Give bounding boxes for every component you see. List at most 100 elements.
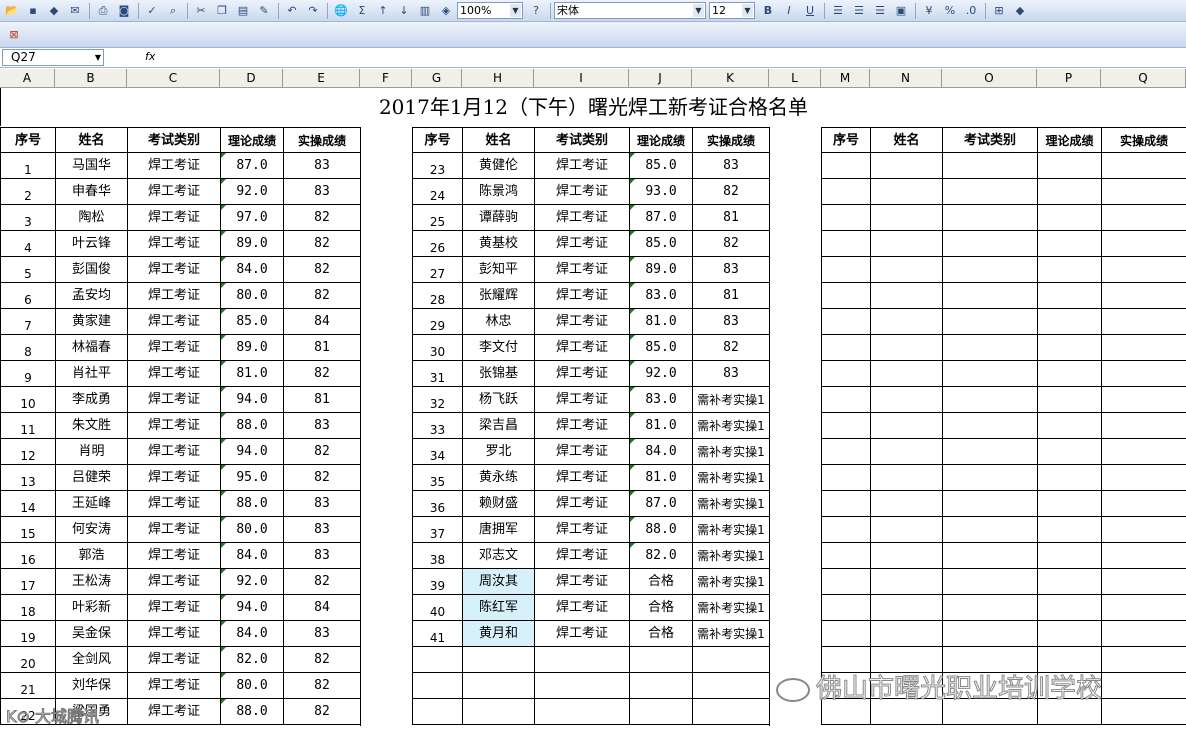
cell-no[interactable]: 28 [412,283,462,309]
empty-cell[interactable] [870,179,942,205]
cell-practice[interactable]: 82 [283,439,360,465]
cell-no[interactable]: 32 [412,387,462,413]
empty-cell[interactable] [1037,283,1101,309]
cell-no[interactable]: 30 [412,335,462,361]
empty-cell[interactable] [821,439,870,465]
cell-no[interactable]: 29 [412,309,462,335]
cell-name[interactable]: 吴金保 [55,621,127,647]
cell-practice[interactable]: 81 [692,205,769,231]
empty-cell[interactable] [1037,517,1101,543]
cell-no[interactable]: 24 [412,179,462,205]
empty-cell[interactable] [1101,257,1186,283]
cell-theory[interactable]: 89.0 [629,257,692,283]
cell-type[interactable]: 焊工考证 [127,205,220,231]
empty-cell[interactable] [1101,153,1186,179]
empty-cell[interactable] [1101,699,1186,725]
cell-theory[interactable]: 83.0 [629,387,692,413]
copy-icon[interactable]: ❐ [212,2,232,20]
cell-type[interactable]: 焊工考证 [127,517,220,543]
cell-name[interactable]: 唐拥军 [462,517,534,543]
cell-type[interactable]: 焊工考证 [534,179,629,205]
cell-name[interactable]: 朱文胜 [55,413,127,439]
empty-cell[interactable] [1037,153,1101,179]
cell-practice[interactable]: 83 [283,179,360,205]
empty-cell[interactable] [821,309,870,335]
cell-theory[interactable]: 88.0 [220,491,283,517]
empty-cell[interactable] [942,387,1037,413]
cell-no[interactable]: 35 [412,465,462,491]
column-header-J[interactable]: J [629,69,692,88]
cell-type[interactable]: 焊工考证 [534,335,629,361]
cell-type[interactable]: 焊工考证 [534,595,629,621]
empty-cell[interactable] [629,647,692,673]
cell-practice[interactable]: 82 [283,231,360,257]
empty-cell[interactable] [1101,361,1186,387]
cell-type[interactable]: 焊工考证 [127,413,220,439]
cell-practice[interactable]: 需补考实操1 [692,387,769,413]
cell-type[interactable]: 焊工考证 [127,465,220,491]
cell-type[interactable]: 焊工考证 [127,387,220,413]
cell-type[interactable]: 焊工考证 [127,335,220,361]
empty-cell[interactable] [1101,179,1186,205]
cell-type[interactable]: 焊工考证 [127,543,220,569]
cell-theory[interactable]: 82.0 [220,647,283,673]
cell-theory[interactable]: 95.0 [220,465,283,491]
cell-type[interactable]: 焊工考证 [127,491,220,517]
cell-no[interactable]: 40 [412,595,462,621]
column-header-M[interactable]: M [821,69,870,88]
cell-type[interactable]: 焊工考证 [534,153,629,179]
cell-theory[interactable]: 87.0 [629,491,692,517]
empty-cell[interactable] [870,543,942,569]
cell-theory[interactable]: 82.0 [629,543,692,569]
cell-practice[interactable]: 83 [692,309,769,335]
cell-theory[interactable]: 85.0 [220,309,283,335]
empty-cell[interactable] [821,569,870,595]
cell-practice[interactable]: 83 [283,621,360,647]
hyperlink-icon[interactable]: 🌐 [331,2,351,20]
cell-name[interactable]: 赖财盛 [462,491,534,517]
research-icon[interactable]: ⌕ [163,2,183,20]
redo-icon[interactable]: ↷ [303,2,323,20]
empty-cell[interactable] [1037,361,1101,387]
empty-cell[interactable] [942,205,1037,231]
cell-practice[interactable]: 82 [692,335,769,361]
paste-icon[interactable]: ▤ [233,2,253,20]
empty-cell[interactable] [1101,491,1186,517]
empty-cell[interactable] [821,231,870,257]
cell-practice[interactable]: 83 [283,517,360,543]
cell-theory[interactable]: 87.0 [220,153,283,179]
cell-theory[interactable]: 80.0 [220,517,283,543]
underline-icon[interactable]: U [800,2,820,20]
empty-cell[interactable] [821,465,870,491]
empty-cell[interactable] [870,465,942,491]
cell-practice[interactable]: 83 [283,413,360,439]
empty-cell[interactable] [942,517,1037,543]
empty-cell[interactable] [629,699,692,725]
cell-theory[interactable]: 88.0 [629,517,692,543]
cell-theory[interactable]: 84.0 [220,543,283,569]
empty-cell[interactable] [1101,595,1186,621]
cell-practice[interactable]: 83 [692,361,769,387]
cell-theory[interactable]: 80.0 [220,283,283,309]
empty-cell[interactable] [1101,569,1186,595]
cell-practice[interactable]: 需补考实操1 [692,465,769,491]
empty-cell[interactable] [1101,335,1186,361]
cell-type[interactable]: 焊工考证 [127,179,220,205]
cell-no[interactable]: 27 [412,257,462,283]
cell-no[interactable]: 23 [412,153,462,179]
cell-name[interactable]: 林福春 [55,335,127,361]
cell-theory[interactable]: 88.0 [220,699,283,725]
cell-type[interactable]: 焊工考证 [127,439,220,465]
empty-cell[interactable] [412,699,462,725]
cell-practice[interactable]: 需补考实操1 [692,491,769,517]
cell-name[interactable]: 陶松 [55,205,127,231]
cell-type[interactable]: 焊工考证 [127,673,220,699]
cell-name[interactable]: 叶云锋 [55,231,127,257]
cell-type[interactable]: 焊工考证 [127,153,220,179]
column-header-F[interactable]: F [360,69,412,88]
empty-cell[interactable] [1037,465,1101,491]
cell-practice[interactable]: 需补考实操1 [692,543,769,569]
cell-theory[interactable]: 93.0 [629,179,692,205]
empty-cell[interactable] [1037,413,1101,439]
empty-cell[interactable] [692,699,769,725]
